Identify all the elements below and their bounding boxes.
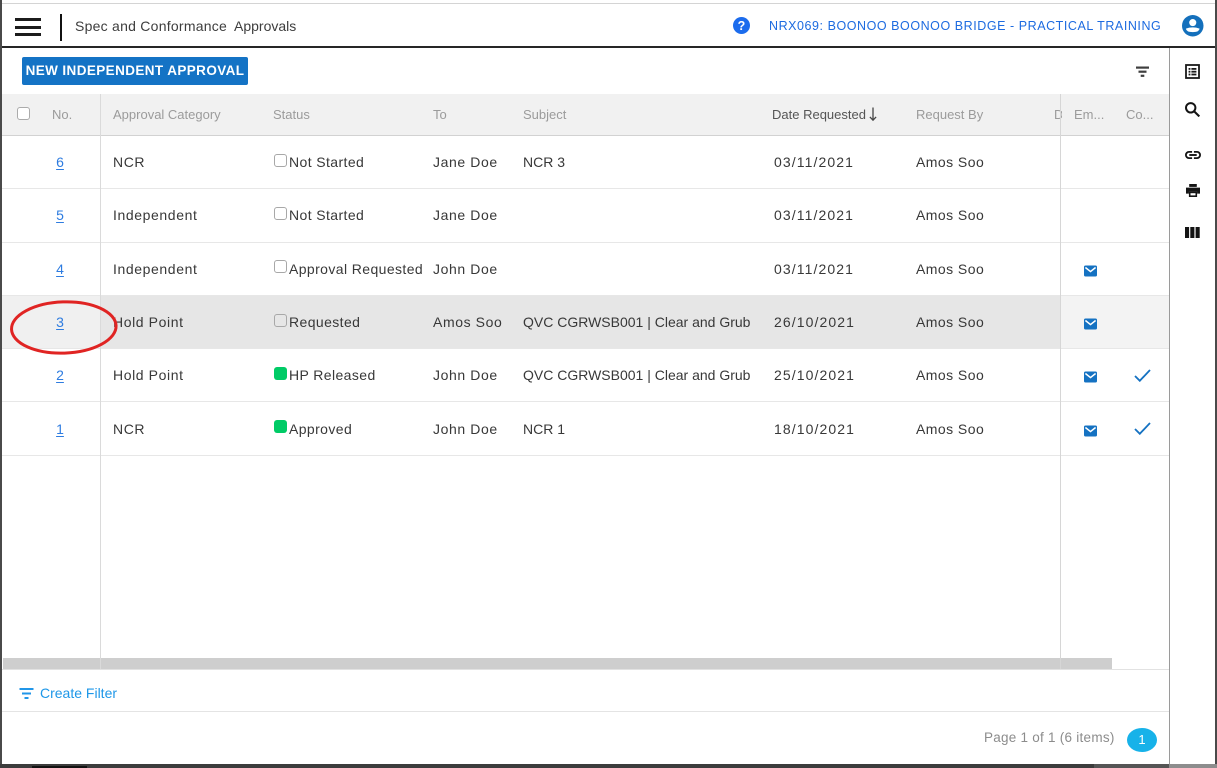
svg-text:?: ? [738,19,746,33]
